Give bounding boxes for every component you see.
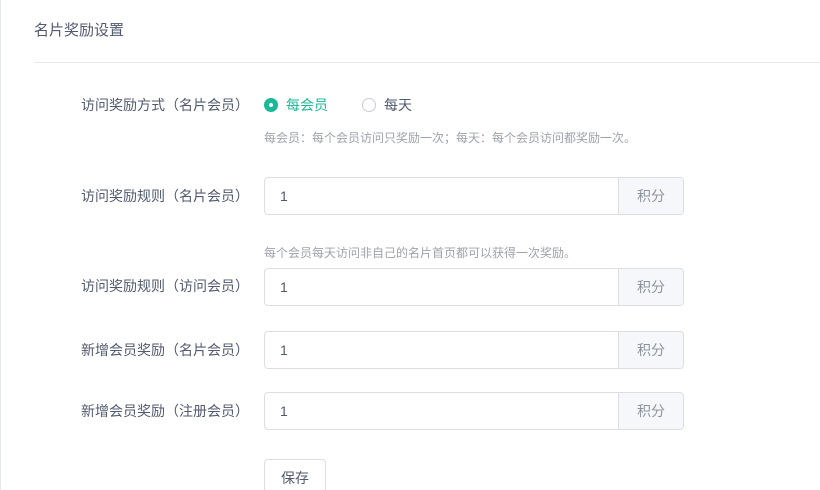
field-label: 访问奖励规则（访问会员） xyxy=(34,276,249,296)
points-input-group: 积分 xyxy=(264,331,684,369)
radio-unselected-icon[interactable] xyxy=(362,98,376,112)
points-input-group: 积分 xyxy=(264,177,684,215)
field-label: 访问奖励方式（名片会员） xyxy=(34,95,249,115)
radio-option-per-member[interactable]: 每会员 xyxy=(264,95,328,115)
unit-suffix: 积分 xyxy=(618,178,683,214)
form-row-new-member-card: 新增会员奖励（名片会员） 积分 xyxy=(34,331,820,369)
visit-rule-visitor-member-input[interactable] xyxy=(265,269,618,305)
divider xyxy=(34,62,820,63)
helper-text-reward-mode: 每会员：每个会员访问只奖励一次；每天：每个会员访问都奖励一次。 xyxy=(264,130,820,147)
new-member-registered-input[interactable] xyxy=(265,393,618,429)
helper-text-visit-rule: 每个会员每天访问非自己的名片首页都可以获得一次奖励。 xyxy=(264,245,684,262)
form-row-new-member-registered: 新增会员奖励（注册会员） 积分 xyxy=(34,392,820,430)
points-input-group: 积分 xyxy=(264,392,684,430)
visit-rule-card-member-input[interactable] xyxy=(265,178,618,214)
points-input-group: 积分 xyxy=(264,268,684,306)
form-row-visit-rule-card-member: 访问奖励规则（名片会员） 积分 xyxy=(34,177,820,215)
radio-label[interactable]: 每天 xyxy=(384,95,412,115)
save-row: 保存 xyxy=(264,459,820,490)
radio-label[interactable]: 每会员 xyxy=(286,95,328,115)
unit-suffix: 积分 xyxy=(618,393,683,429)
settings-panel: 名片奖励设置 访问奖励方式（名片会员） 每会员 每天 每会员：每个会员访问只奖励… xyxy=(0,0,820,490)
radio-selected-icon[interactable] xyxy=(264,98,278,112)
form-row-reward-mode: 访问奖励方式（名片会员） 每会员 每天 xyxy=(34,95,820,115)
reward-mode-radio-group: 每会员 每天 xyxy=(264,95,684,115)
field-label: 新增会员奖励（注册会员） xyxy=(34,401,249,421)
radio-option-per-day[interactable]: 每天 xyxy=(362,95,412,115)
reward-settings-form: 访问奖励方式（名片会员） 每会员 每天 每会员：每个会员访问只奖励一次；每天：每… xyxy=(1,95,820,490)
save-button[interactable]: 保存 xyxy=(264,459,326,490)
form-row-visit-rule-visitor-member: 访问奖励规则（访问会员） 每个会员每天访问非自己的名片首页都可以获得一次奖励。 … xyxy=(34,245,820,306)
page-title: 名片奖励设置 xyxy=(1,0,820,42)
field-label: 访问奖励规则（名片会员） xyxy=(34,186,249,206)
unit-suffix: 积分 xyxy=(618,269,683,305)
new-member-card-input[interactable] xyxy=(265,332,618,368)
unit-suffix: 积分 xyxy=(618,332,683,368)
field-label: 新增会员奖励（名片会员） xyxy=(34,340,249,360)
